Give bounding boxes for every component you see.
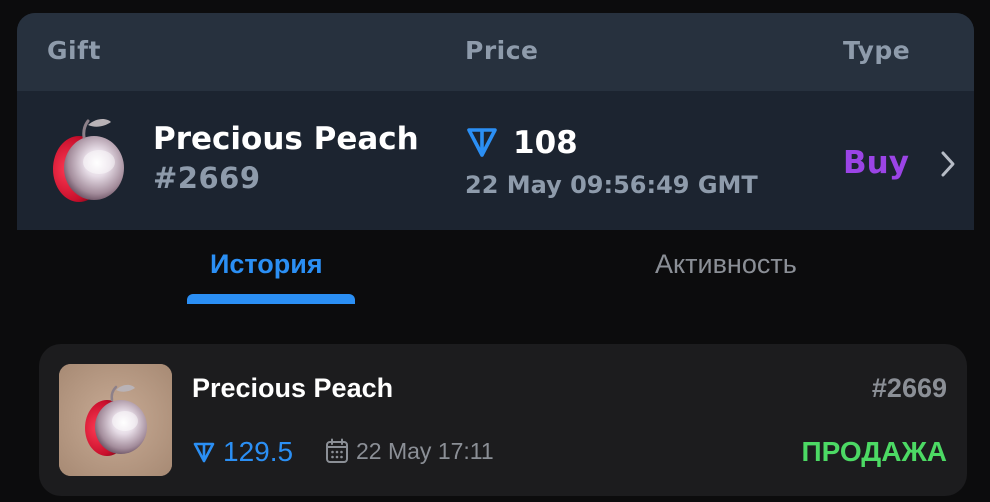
- tab-activity[interactable]: Активность: [655, 249, 797, 280]
- peach-icon: [59, 364, 172, 476]
- column-header-type: Type: [843, 36, 911, 65]
- history-item-price: 129.5: [223, 436, 294, 467]
- gift-name: Precious Peach: [153, 121, 419, 157]
- calendar-icon: [326, 438, 348, 463]
- column-header-gift: Gift: [47, 36, 101, 65]
- table-row[interactable]: Precious Peach #2669 108 22 May 09:56:49…: [17, 91, 974, 230]
- price-date: 22 May 09:56:49 GMT: [465, 171, 758, 199]
- history-item-name: Precious Peach: [192, 373, 394, 403]
- history-item-number: #2669: [871, 373, 947, 403]
- ton-icon: [467, 128, 497, 157]
- chevron-right-icon[interactable]: [939, 149, 957, 179]
- peach-icon: [53, 118, 124, 202]
- table-header: Gift Price Type: [17, 13, 974, 91]
- history-item-date: 22 May 17:11: [356, 438, 494, 464]
- type-badge: Buy: [843, 145, 909, 181]
- tab-history[interactable]: История: [210, 249, 323, 280]
- gift-thumbnail: [59, 364, 172, 476]
- column-header-price: Price: [465, 36, 539, 65]
- ton-icon: [193, 442, 215, 463]
- history-item[interactable]: Precious Peach #2669 129.5 22 May 17:11 …: [39, 344, 967, 496]
- gift-table: Gift Price Type Precious Peach #2669 108…: [17, 13, 974, 230]
- status-badge: ПРОДАЖА: [801, 436, 947, 467]
- price-value: 108: [513, 125, 578, 161]
- gift-number: #2669: [153, 161, 261, 195]
- active-tab-indicator: [187, 294, 355, 304]
